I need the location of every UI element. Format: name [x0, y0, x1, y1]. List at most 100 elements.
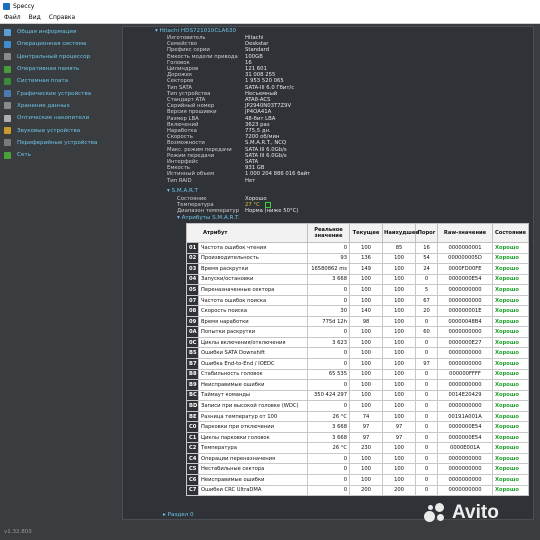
real-value: 30: [307, 305, 351, 317]
attribute-id: C6: [186, 474, 199, 486]
status-value: Хорошо: [492, 284, 530, 296]
table-row[interactable]: B7 Ошибка End-to-End / IOEDC 0 100 100 97 0000…: [186, 358, 530, 370]
current-value: 97: [349, 431, 384, 444]
column-header-attribute[interactable]: Атрибут: [185, 223, 309, 243]
property-name: Интерфейс: [167, 159, 199, 165]
threshold-value: 54: [415, 252, 439, 265]
menu-help[interactable]: Справка: [49, 14, 75, 21]
column-header-real-value[interactable]: Реальное значение: [307, 223, 351, 243]
table-row[interactable]: C0 Парковки при отключении 3 668 97 97 0 00000…: [186, 421, 530, 433]
windows-icon: [4, 40, 11, 48]
sidebar-item[interactable]: Звуковые устройства: [4, 124, 118, 136]
table-row[interactable]: 0C Циклы включения/отключения 3 623 100 100 0…: [186, 336, 530, 349]
drive-heading[interactable]: ▾ Hitachi HDS721010CLA630: [155, 28, 236, 34]
status-value: Хорошо: [492, 242, 530, 254]
property-value: ATA8-ACS: [245, 97, 271, 103]
threshold-value: 16: [415, 242, 439, 254]
worst-value: 97: [382, 431, 417, 444]
raw-value: 0000000000: [437, 452, 494, 465]
threshold-value: 0: [415, 484, 439, 497]
table-row[interactable]: 04 Запуски/остановки 3 668 100 100 0 0000000E5…: [186, 273, 530, 286]
table-row[interactable]: 08 Скорость поиска 30 140 100 20 000000001E Хор…: [186, 305, 530, 317]
real-value: 0: [307, 452, 351, 465]
table-row[interactable]: C1 Циклы парковки головок 3 668 97 97 0 000000…: [186, 431, 530, 444]
current-value: 136: [349, 252, 384, 265]
table-row[interactable]: 0A Попытки раскрутки 0 100 100 60 0000000000 Хо…: [186, 326, 530, 338]
status-value: Хорошо: [492, 484, 530, 497]
smart-attributes-heading[interactable]: ▾ Атрибуты S.M.A.R.T.: [177, 215, 240, 221]
current-value: 74: [349, 410, 384, 423]
sidebar-item-label: Общая информация: [17, 29, 77, 36]
column-header-raw-value[interactable]: Raw-значение: [437, 223, 494, 243]
column-header-threshold[interactable]: Порог: [415, 223, 439, 243]
menu-file[interactable]: Файл: [4, 14, 21, 21]
menu-view[interactable]: Вид: [29, 14, 41, 21]
property-value: 1 953 520 065: [245, 78, 284, 85]
attribute-id: 04: [186, 273, 199, 286]
raw-value: 0000000E54: [437, 273, 494, 286]
table-row[interactable]: C4 Операции переназначения 0 100 100 0 0000000…: [186, 452, 530, 465]
real-value: 93: [307, 252, 351, 265]
property-value: Deskstar: [245, 41, 269, 48]
status-value: Хорошо: [492, 263, 530, 275]
sidebar-item[interactable]: Системная плата: [4, 75, 118, 87]
attribute-id: 01: [186, 242, 199, 254]
smart-heading[interactable]: ▾ S.M.A.R.T: [167, 188, 198, 194]
raw-value: 0000000001: [437, 242, 494, 254]
table-row[interactable]: BE Разница температур от 100 26 °C 74 100 0 00…: [186, 410, 530, 423]
current-value: 100: [349, 347, 384, 359]
table-row[interactable]: 01 Частота ошибок чтения 0 100 85 16 000000000…: [186, 242, 530, 254]
threshold-value: 0: [415, 410, 439, 423]
property-name: Тип RAID: [167, 177, 192, 184]
table-row[interactable]: 09 Время наработки 775d 12h 98 100 0 00000048B…: [186, 315, 530, 328]
worst-value: 200: [382, 484, 417, 497]
real-value: 3 623: [307, 336, 351, 349]
column-header-status[interactable]: Состояние: [492, 223, 530, 243]
real-value: 0: [307, 463, 351, 476]
column-header-current[interactable]: Текущее: [349, 223, 384, 243]
worst-value: 100: [382, 379, 417, 391]
worst-value: 100: [382, 294, 417, 307]
sidebar-item[interactable]: Графические устройства: [4, 87, 118, 99]
sidebar-item[interactable]: Оптические накопители: [4, 112, 118, 124]
sidebar-item[interactable]: Общая информация: [4, 26, 118, 38]
property-name: Истинный объем: [167, 171, 215, 178]
attribute-name: Время наработки: [197, 315, 309, 328]
table-row[interactable]: BC Таймаут команды 350 424 297 100 100 0 0014E…: [186, 389, 530, 402]
attribute-id: B7: [186, 358, 199, 370]
sidebar-item[interactable]: Сеть: [4, 149, 118, 161]
table-row[interactable]: B8 Стабильность головок 65 535 100 100 0 00000…: [186, 368, 530, 381]
sidebar-item[interactable]: Периферийные устройства: [4, 137, 118, 149]
threshold-value: 0: [415, 474, 439, 486]
property-name: Возможности: [167, 140, 205, 147]
attribute-name: Производительность: [197, 252, 309, 265]
status-value: Хорошо: [492, 463, 530, 476]
table-row[interactable]: 02 Производительность 93 136 100 54 000000005D…: [186, 252, 530, 265]
threshold-value: 0: [415, 421, 439, 433]
table-row[interactable]: BD Записи при высокой головке (WDC) 0 100 10…: [186, 400, 530, 412]
table-row[interactable]: B5 Ошибки SATA Downshift 0 100 100 0 000000000…: [186, 347, 530, 359]
table-row[interactable]: B9 Неисправимые ошибки 0 100 100 0 0000000000 Х…: [186, 379, 530, 391]
sidebar-item[interactable]: Операционная система: [4, 38, 118, 50]
attribute-id: 02: [186, 252, 199, 265]
threshold-value: 0: [415, 379, 439, 391]
current-value: 230: [349, 442, 384, 454]
attribute-id: C7: [186, 484, 199, 497]
table-row[interactable]: 03 Время раскрутки 16580862 ms 149 100 24 0000…: [186, 263, 530, 275]
status-value: Хорошо: [492, 252, 530, 265]
sidebar-item[interactable]: Оперативная память: [4, 63, 118, 75]
current-value: 100: [349, 294, 384, 307]
table-row[interactable]: C7 Ошибки CRC UltraDMA 0 200 200 0 0000000000 Х…: [186, 484, 530, 497]
sidebar-item[interactable]: Хранение данных: [4, 100, 118, 112]
table-row[interactable]: C2 Температура 26 °C 230 100 0 0000E001A Хорошо: [186, 442, 530, 454]
partition-0-heading[interactable]: ▸ Раздел 0: [163, 512, 194, 518]
column-header-worst[interactable]: Наихудшее: [382, 223, 419, 243]
table-row[interactable]: 07 Частота ошибок поиска 0 100 100 67 00000000…: [186, 294, 530, 307]
sidebar-item[interactable]: Центральный процессор: [4, 51, 118, 63]
table-row[interactable]: 05 Переназначенные сектора 0 100 100 5 0000000…: [186, 284, 530, 296]
threshold-value: 0: [415, 315, 439, 328]
table-row[interactable]: C6 Неисправимые ошибки 0 100 100 0 0000000000 Х…: [186, 474, 530, 486]
attribute-name: Таймаут команды: [197, 389, 309, 402]
worst-value: 100: [382, 452, 417, 465]
table-row[interactable]: C5 Нестабильные сектора 0 100 100 0 0000000000…: [186, 463, 530, 476]
